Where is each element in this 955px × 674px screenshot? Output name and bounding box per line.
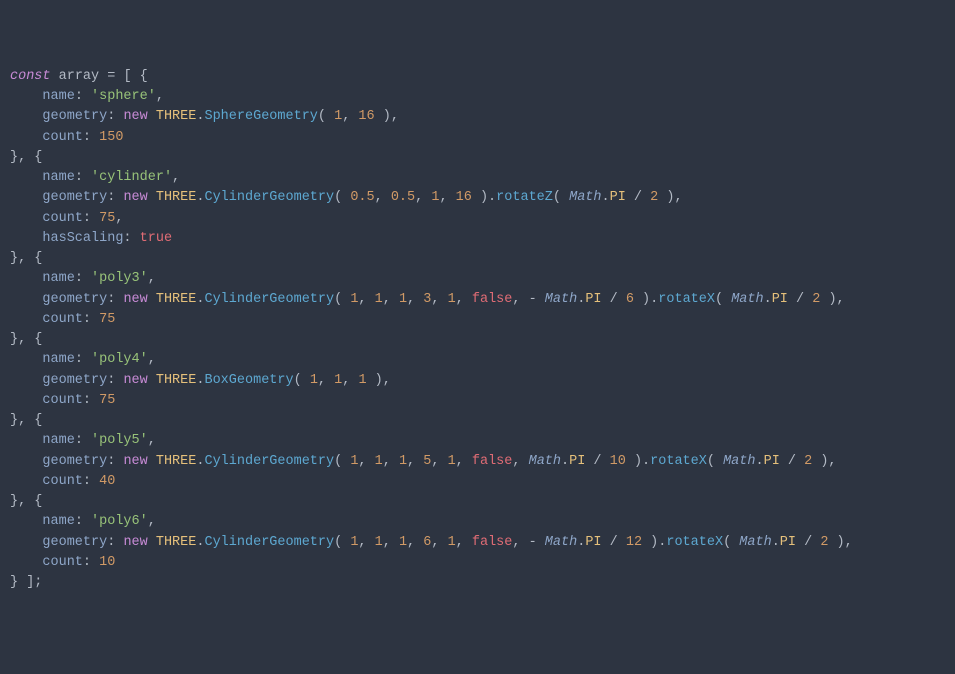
boolean: false <box>472 454 513 469</box>
number: 1 <box>399 454 407 469</box>
prop-name: name <box>42 352 74 367</box>
const-pi: PI <box>585 292 601 307</box>
boolean: false <box>472 535 513 550</box>
prop-geometry: geometry <box>42 292 107 307</box>
keyword-const: const <box>10 69 51 84</box>
const-pi: PI <box>772 292 788 307</box>
number: 1 <box>399 535 407 550</box>
number: 16 <box>456 190 472 205</box>
prop-geometry: geometry <box>42 109 107 124</box>
const-math: Math <box>723 454 755 469</box>
class-sphere: SphereGeometry <box>204 109 317 124</box>
variable-name: array <box>59 69 100 84</box>
const-pi: PI <box>764 454 780 469</box>
class-three: THREE <box>156 190 197 205</box>
class-cylinder: CylinderGeometry <box>204 454 334 469</box>
number: 150 <box>99 130 123 145</box>
number: 1 <box>448 292 456 307</box>
number: 75 <box>99 312 115 327</box>
string-literal: 'poly6' <box>91 514 148 529</box>
method-rotatex: rotateX <box>658 292 715 307</box>
number: 0.5 <box>350 190 374 205</box>
class-three: THREE <box>156 454 197 469</box>
const-math: Math <box>545 292 577 307</box>
keyword-new: new <box>123 373 147 388</box>
boolean: false <box>472 292 513 307</box>
number: 10 <box>99 555 115 570</box>
const-math: Math <box>739 535 771 550</box>
prop-count: count <box>42 312 83 327</box>
unary: - <box>529 292 545 307</box>
prop-geometry: geometry <box>42 373 107 388</box>
const-pi: PI <box>780 535 796 550</box>
prop-count: count <box>42 474 83 489</box>
prop-hasscaling: hasScaling <box>42 231 123 246</box>
const-math: Math <box>529 454 561 469</box>
class-cylinder: CylinderGeometry <box>204 535 334 550</box>
number: 6 <box>626 292 634 307</box>
prop-count: count <box>42 211 83 226</box>
const-pi: PI <box>585 535 601 550</box>
prop-name: name <box>42 433 74 448</box>
keyword-new: new <box>123 292 147 307</box>
number: 6 <box>423 535 431 550</box>
number: 75 <box>99 393 115 408</box>
number: 10 <box>610 454 626 469</box>
number: 75 <box>99 211 115 226</box>
string-literal: 'poly3' <box>91 271 148 286</box>
number: 1 <box>448 535 456 550</box>
number: 16 <box>358 109 374 124</box>
keyword-new: new <box>123 535 147 550</box>
prop-name: name <box>42 514 74 529</box>
prop-name: name <box>42 89 74 104</box>
method-rotatex: rotateX <box>666 535 723 550</box>
boolean: true <box>140 231 172 246</box>
class-box: BoxGeometry <box>204 373 293 388</box>
number: 1 <box>375 454 383 469</box>
number: 40 <box>99 474 115 489</box>
prop-geometry: geometry <box>42 190 107 205</box>
number: 1 <box>399 292 407 307</box>
prop-count: count <box>42 393 83 408</box>
number: 1 <box>310 373 318 388</box>
method-rotatez: rotateZ <box>496 190 553 205</box>
prop-count: count <box>42 130 83 145</box>
string-literal: 'poly5' <box>91 433 148 448</box>
const-math: Math <box>545 535 577 550</box>
number: 1 <box>334 109 342 124</box>
number: 1 <box>358 373 366 388</box>
prop-geometry: geometry <box>42 454 107 469</box>
number: 1 <box>375 535 383 550</box>
method-rotatex: rotateX <box>650 454 707 469</box>
number: 1 <box>350 535 358 550</box>
number: 0.5 <box>391 190 415 205</box>
class-cylinder: CylinderGeometry <box>204 190 334 205</box>
prop-geometry: geometry <box>42 535 107 550</box>
code-block: const array = [ { name: 'sphere', geomet… <box>10 67 945 594</box>
string-literal: 'poly4' <box>91 352 148 367</box>
number: 2 <box>820 535 828 550</box>
keyword-new: new <box>123 454 147 469</box>
const-pi: PI <box>569 454 585 469</box>
prop-name: name <box>42 170 74 185</box>
string-literal: 'sphere' <box>91 89 156 104</box>
class-cylinder: CylinderGeometry <box>204 292 334 307</box>
class-three: THREE <box>156 373 197 388</box>
const-pi: PI <box>610 190 626 205</box>
prop-count: count <box>42 555 83 570</box>
keyword-new: new <box>123 109 147 124</box>
unary: - <box>529 535 545 550</box>
number: 1 <box>375 292 383 307</box>
class-three: THREE <box>156 109 197 124</box>
class-three: THREE <box>156 535 197 550</box>
keyword-new: new <box>123 190 147 205</box>
class-three: THREE <box>156 292 197 307</box>
number: 12 <box>626 535 642 550</box>
const-math: Math <box>569 190 601 205</box>
string-literal: 'cylinder' <box>91 170 172 185</box>
const-math: Math <box>731 292 763 307</box>
number: 1 <box>448 454 456 469</box>
prop-name: name <box>42 271 74 286</box>
